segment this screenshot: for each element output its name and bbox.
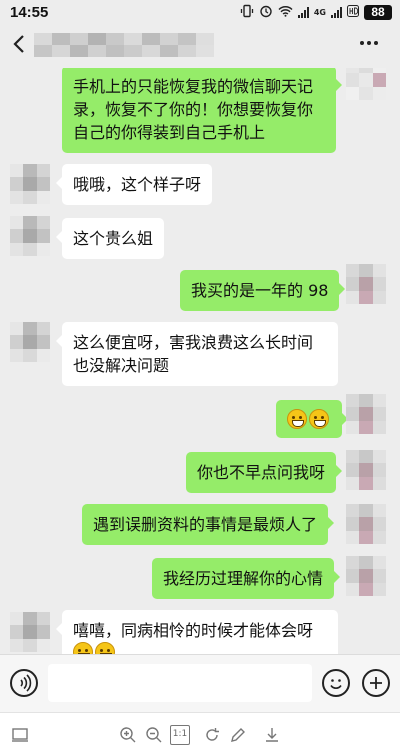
avatar-self[interactable]: [346, 450, 386, 490]
battery-icon: 88: [364, 4, 392, 20]
message-input[interactable]: [48, 664, 312, 702]
message-bubble-out[interactable]: 手机上的只能恢复我的微信聊天记录，恢复不了你的！你想要恢复你自己的你得装到自己手…: [62, 68, 342, 153]
chat-area[interactable]: 手机上的只能恢复我的微信聊天记录，恢复不了你的！你想要恢复你自己的你得装到自己手…: [0, 68, 400, 654]
signal-icon: [297, 6, 309, 18]
avatar-contact[interactable]: [10, 216, 50, 256]
rotate-icon[interactable]: [202, 725, 222, 745]
chat-header: [0, 24, 400, 68]
hd-icon: [347, 4, 359, 20]
status-time: 14:55: [10, 3, 49, 21]
alarm-icon: [259, 4, 273, 21]
avatar-self[interactable]: [346, 504, 386, 544]
zoom-in-icon[interactable]: [118, 725, 138, 745]
download-icon[interactable]: [262, 725, 282, 745]
plus-icon[interactable]: [362, 669, 390, 697]
avatar-self[interactable]: [346, 68, 386, 100]
viewer-toolbar: 1:1: [0, 712, 400, 756]
wifi-icon: [278, 5, 293, 20]
message-bubble-out[interactable]: 遇到误删资料的事情是最烦人了: [82, 504, 335, 545]
message-bubble-in[interactable]: 这个贵么姐: [55, 218, 165, 259]
actual-size-button[interactable]: 1:1: [170, 725, 190, 745]
grin-emoji-icon: [309, 409, 329, 429]
voice-icon[interactable]: [10, 669, 38, 697]
input-bar: [0, 654, 400, 712]
message-bubble-out[interactable]: [276, 400, 348, 438]
avatar-contact[interactable]: [10, 322, 50, 362]
edit-icon[interactable]: [228, 725, 248, 745]
avatar-self[interactable]: [346, 556, 386, 596]
message-bubble-in[interactable]: 哦哦，这个样子呀: [55, 164, 213, 205]
message-bubble-in[interactable]: 这么便宜呀，害我浪费这么长时间也没解决问题: [56, 322, 338, 386]
message-bubble-out[interactable]: 我经历过理解你的心情: [152, 558, 341, 599]
emoji-icon[interactable]: [322, 669, 350, 697]
grin-emoji-icon: [95, 642, 115, 654]
message-bubble-out[interactable]: 我买的是一年的 98: [180, 270, 346, 311]
status-bar: 14:55 4G 88: [0, 0, 400, 24]
vibrate-icon: [240, 4, 254, 21]
avatar-self[interactable]: [346, 264, 386, 304]
message-bubble-out[interactable]: 你也不早点问我呀: [186, 452, 343, 493]
more-icon[interactable]: [360, 41, 378, 45]
status-icons: 4G 88: [240, 4, 392, 21]
signal-icon-2: [331, 6, 342, 18]
grin-emoji-icon: [73, 642, 93, 654]
device-icon[interactable]: [10, 725, 30, 745]
network-type: 4G: [313, 7, 326, 17]
avatar-self[interactable]: [346, 394, 386, 434]
grin-emoji-icon: [287, 409, 307, 429]
avatar-contact[interactable]: [10, 612, 50, 652]
message-bubble-in[interactable]: 嘻嘻，同病相怜的时候才能体会呀: [56, 610, 338, 654]
contact-name-blurred: [34, 33, 214, 57]
avatar-contact[interactable]: [10, 164, 50, 204]
back-icon[interactable]: [8, 30, 32, 58]
zoom-out-icon[interactable]: [144, 725, 164, 745]
